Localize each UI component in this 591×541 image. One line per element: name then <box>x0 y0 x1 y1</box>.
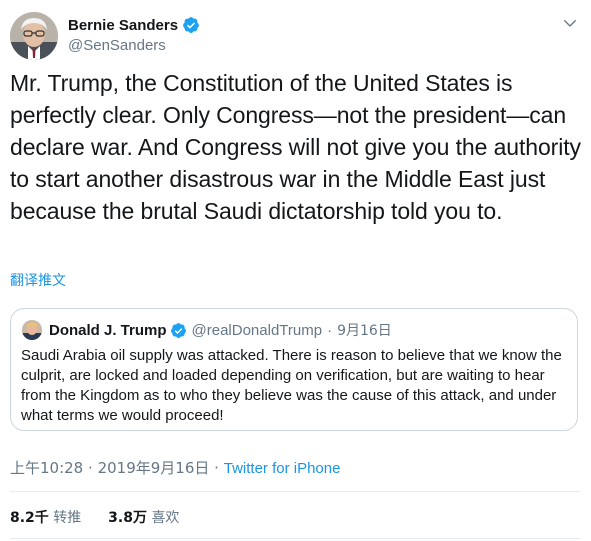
verified-badge-icon <box>170 322 187 339</box>
quoted-author-avatar <box>22 320 42 340</box>
translate-tweet-link[interactable]: 翻译推文 <box>10 270 66 290</box>
quoted-author-name: Donald J. Trump <box>49 321 167 339</box>
tweet-meta: 上午10:28 · 2019年9月16日 · Twitter for iPhon… <box>10 457 340 478</box>
retweets-count: 8.2千 <box>10 510 49 526</box>
quoted-tweet-body: Saudi Arabia oil supply was attacked. Th… <box>21 347 562 424</box>
quoted-tweet-header: Donald J. Trump @realDonaldTrump · 9月16日 <box>22 320 392 340</box>
retweets-label: 转推 <box>53 510 82 526</box>
meta-separator: · <box>88 459 93 477</box>
tweet-source-link[interactable]: Twitter for iPhone <box>224 460 341 477</box>
quoted-separator: · <box>327 321 333 339</box>
quoted-author-handle: @realDonaldTrump <box>191 321 323 339</box>
tweet-date[interactable]: 2019年9月16日 <box>98 459 210 477</box>
quoted-tweet[interactable]: Donald J. Trump @realDonaldTrump · 9月16日… <box>10 308 578 431</box>
tweet-body: Mr. Trump, the Constitution of the Unite… <box>10 70 581 224</box>
author-handle[interactable]: @SenSanders <box>68 37 200 54</box>
likes-count: 3.8万 <box>108 510 147 526</box>
quoted-date: 9月16日 <box>337 323 392 339</box>
divider <box>10 491 581 492</box>
author-name[interactable]: Bernie Sanders <box>68 17 178 34</box>
author-avatar[interactable] <box>10 12 58 60</box>
chevron-down-icon[interactable] <box>561 14 579 32</box>
tweet-header: Bernie Sanders @SenSanders <box>10 12 581 60</box>
likes-stat[interactable]: 3.8万 喜欢 <box>108 510 179 526</box>
verified-badge-icon <box>182 16 200 34</box>
tweet-stats: 8.2千 转推 3.8万 喜欢 <box>10 507 179 527</box>
likes-label: 喜欢 <box>151 510 180 526</box>
divider <box>10 538 581 539</box>
meta-separator: · <box>214 459 219 477</box>
retweets-stat[interactable]: 8.2千 转推 <box>10 510 86 526</box>
tweet-time[interactable]: 上午10:28 <box>10 459 83 477</box>
